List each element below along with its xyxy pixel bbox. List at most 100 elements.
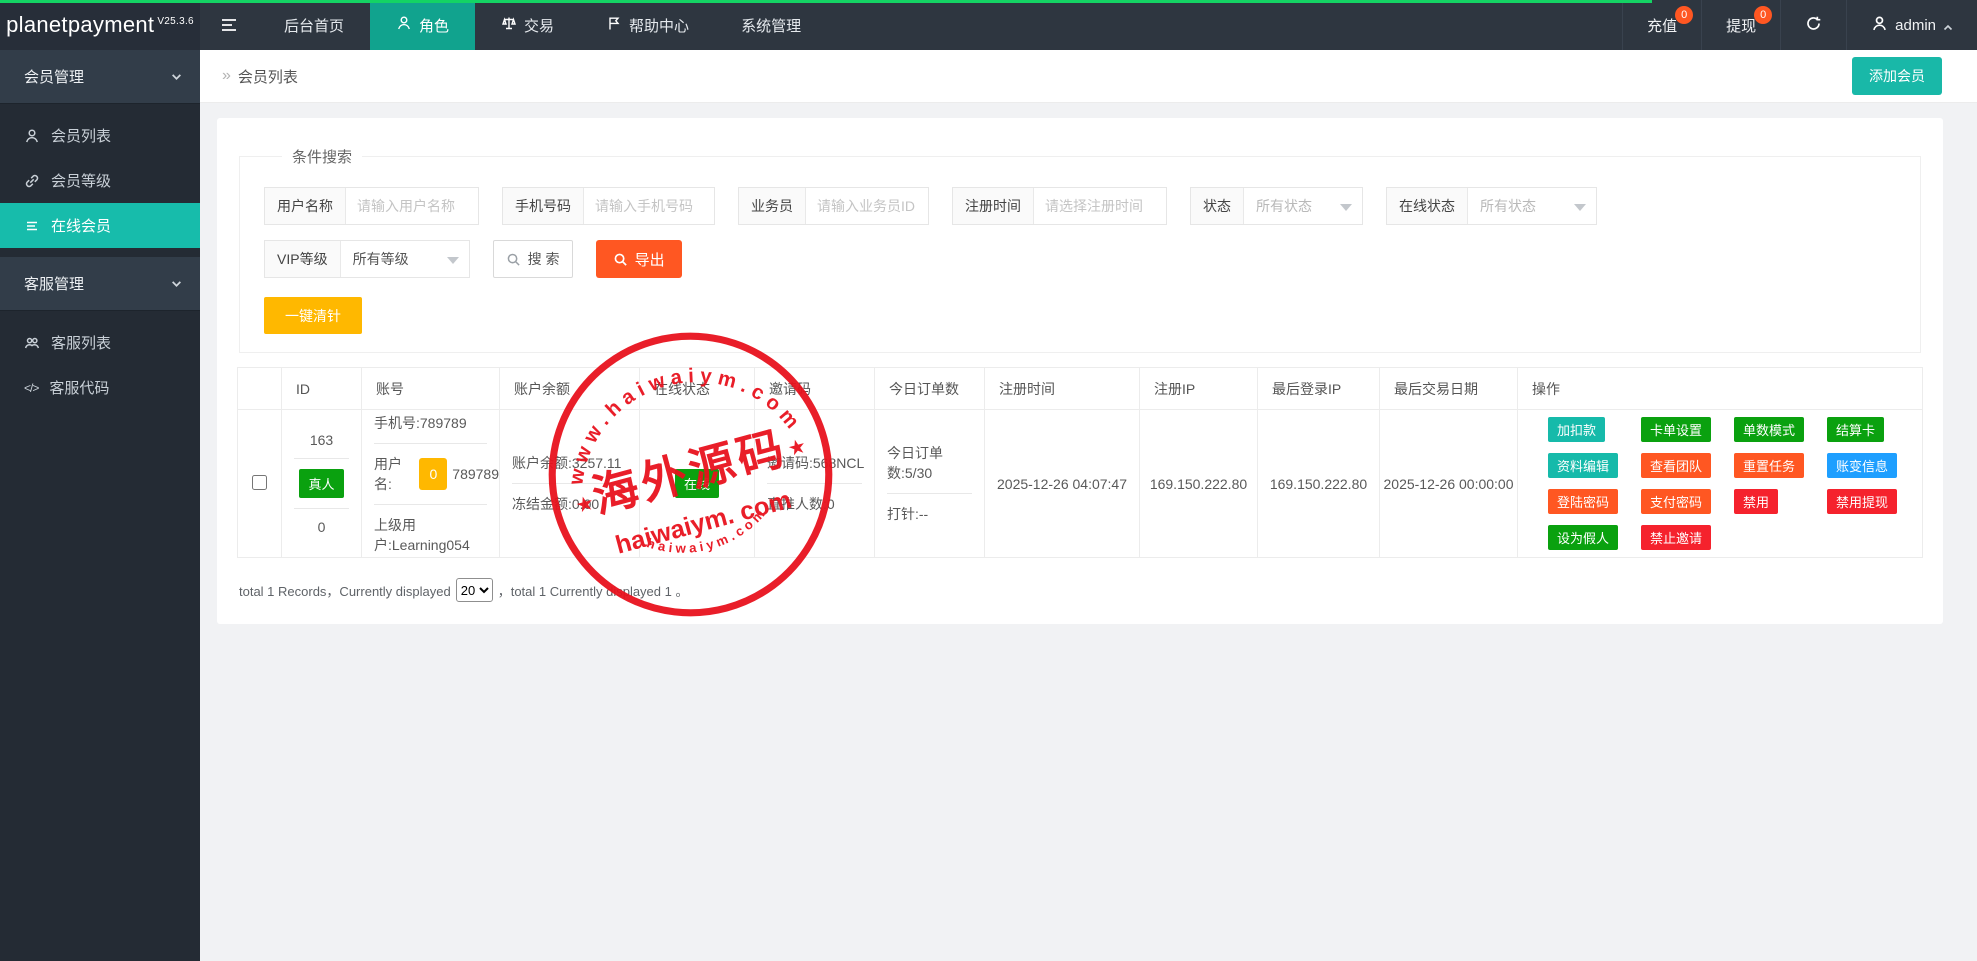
breadcrumb: 会员列表: [238, 66, 298, 87]
filter-row-2: VIP等级 所有等级 搜 索: [264, 240, 1920, 278]
id-cell: 163 真人 0: [282, 410, 362, 558]
user-icon: [1871, 15, 1888, 36]
tab-system[interactable]: 系统管理: [715, 0, 827, 50]
agent-input[interactable]: [806, 188, 928, 224]
action-disable-withdraw-button[interactable]: 禁用提现: [1827, 489, 1897, 514]
action-disable-button[interactable]: 禁用: [1734, 489, 1778, 514]
sidebar-item-service-list[interactable]: 客服列表: [0, 320, 200, 365]
regtime-input[interactable]: [1034, 188, 1166, 224]
regtime-label: 注册时间: [953, 188, 1034, 224]
chevron-down-icon: [171, 278, 182, 289]
search-button-label: 搜 索: [528, 249, 560, 269]
clear-button[interactable]: 一键清针: [264, 297, 362, 334]
username-value: 789789: [452, 466, 499, 482]
frozen-value: 冻结金额:0.00: [500, 494, 639, 514]
withdraw-button[interactable]: 提现 0: [1701, 0, 1780, 50]
tab-dashboard[interactable]: 后台首页: [258, 0, 370, 50]
real-user-badge: 真人: [299, 469, 343, 498]
phone-group: 手机号码: [502, 187, 715, 225]
today-orders-value: 今日订单数:5/30: [875, 443, 984, 483]
header-invite-code: 邀请码: [755, 368, 875, 410]
sidebar-item-member-level[interactable]: 会员等级: [0, 158, 200, 203]
sidebar-item-online-members[interactable]: 在线会员: [0, 203, 200, 248]
inject-value: 打针:--: [875, 504, 984, 524]
sidebar-section-member[interactable]: 会员管理: [0, 50, 200, 104]
menu-toggle-icon[interactable]: [200, 0, 258, 50]
export-button[interactable]: 导出: [596, 240, 682, 278]
list-bars-icon: [24, 218, 40, 234]
search-button[interactable]: 搜 索: [493, 240, 573, 278]
action-view-team-button[interactable]: 查看团队: [1641, 453, 1711, 478]
link-icon: [24, 173, 40, 189]
reg-ip-cell: 169.150.222.80: [1140, 410, 1258, 558]
online-badge: 在线: [675, 469, 719, 498]
table-row: 163 真人 0 手机号:789789: [238, 410, 1923, 558]
sidebar-item-service-code[interactable]: </> 客服代码: [0, 365, 200, 410]
header-online-status: 在线状态: [640, 368, 755, 410]
header-last-login-ip: 最后登录IP: [1258, 368, 1380, 410]
sidebar-section-service[interactable]: 客服管理: [0, 257, 200, 311]
action-add-deduct-button[interactable]: 加扣款: [1548, 417, 1605, 442]
divider: [887, 493, 972, 494]
vip-level-value: 所有等级: [353, 249, 409, 269]
header-today-orders: 今日订单数: [875, 368, 985, 410]
username-group: 用户名称: [264, 187, 479, 225]
username-badge: 0: [419, 458, 447, 490]
reg-time-cell: 2025-12-26 04:07:47: [985, 410, 1140, 558]
status-label: 状态: [1191, 188, 1244, 224]
recharge-button[interactable]: 充值 0: [1622, 0, 1701, 50]
tab-label: 交易: [524, 15, 554, 36]
tab-label: 系统管理: [741, 15, 801, 36]
page-size-select[interactable]: 20: [456, 578, 493, 602]
vip-level-select[interactable]: 所有等级: [341, 241, 469, 277]
code-icon: </>: [24, 381, 38, 395]
app-name: planetpayment: [6, 12, 154, 38]
account-cell: 手机号:789789 用户名: 0 789789 上级用户:: [362, 410, 500, 558]
divider: [294, 508, 349, 509]
today-orders-cell: 今日订单数:5/30 打针:--: [875, 410, 985, 558]
vip-level-group: VIP等级 所有等级: [264, 240, 470, 278]
parent-user-value: 上级用户:Learning054: [362, 515, 499, 555]
action-forbid-invite-button[interactable]: 禁止邀请: [1641, 525, 1711, 550]
add-member-button[interactable]: 添加会员: [1852, 57, 1942, 95]
online-status-select[interactable]: 所有状态: [1468, 188, 1596, 224]
action-edit-profile-button[interactable]: 资料编辑: [1548, 453, 1618, 478]
tab-trade[interactable]: 交易: [475, 0, 580, 50]
divider: [767, 483, 862, 484]
action-pay-password-button[interactable]: 支付密码: [1641, 489, 1711, 514]
action-card-setting-button[interactable]: 卡单设置: [1641, 417, 1711, 442]
main-area: » 会员列表 添加会员 条件搜索 用户名称: [200, 50, 1977, 961]
users-icon: [24, 335, 40, 351]
tab-label: 帮助中心: [629, 15, 689, 36]
sidebar-item-member-list[interactable]: 会员列表: [0, 113, 200, 158]
dropdown-arrow-icon: [1574, 204, 1586, 211]
phone-input[interactable]: [584, 188, 714, 224]
user-menu[interactable]: admin: [1846, 0, 1977, 50]
action-order-mode-button[interactable]: 单数模式: [1734, 417, 1804, 442]
sidebar-item-label: 客服列表: [51, 332, 111, 353]
header-checkbox: [238, 368, 282, 410]
search-legend: 条件搜索: [282, 146, 362, 167]
refresh-button[interactable]: [1780, 0, 1846, 50]
action-login-password-button[interactable]: 登陆密码: [1548, 489, 1618, 514]
action-set-fake-button[interactable]: 设为假人: [1548, 525, 1618, 550]
action-balance-log-button[interactable]: 账变信息: [1827, 453, 1897, 478]
withdraw-label: 提现: [1726, 15, 1756, 36]
action-reset-task-button[interactable]: 重置任务: [1734, 453, 1804, 478]
withdraw-badge: 0: [1754, 6, 1772, 24]
tab-role[interactable]: 角色: [370, 0, 475, 50]
chevron-up-icon: [1943, 20, 1953, 30]
invite-cell: 邀请码:568NCL 直推人数:0: [755, 410, 875, 558]
action-settle-card-button[interactable]: 结算卡: [1827, 417, 1884, 442]
username-input[interactable]: [346, 188, 478, 224]
direct-count-value: 直推人数:0: [755, 494, 874, 514]
header-reg-time: 注册时间: [985, 368, 1140, 410]
row-checkbox-cell: [238, 410, 282, 558]
flag-icon: [606, 15, 622, 35]
tab-label: 角色: [419, 15, 449, 36]
row-checkbox[interactable]: [252, 475, 267, 490]
chevron-down-icon: [171, 71, 182, 82]
status-select[interactable]: 所有状态: [1244, 188, 1362, 224]
status-group: 状态 所有状态: [1190, 187, 1363, 225]
tab-help-center[interactable]: 帮助中心: [580, 0, 715, 50]
